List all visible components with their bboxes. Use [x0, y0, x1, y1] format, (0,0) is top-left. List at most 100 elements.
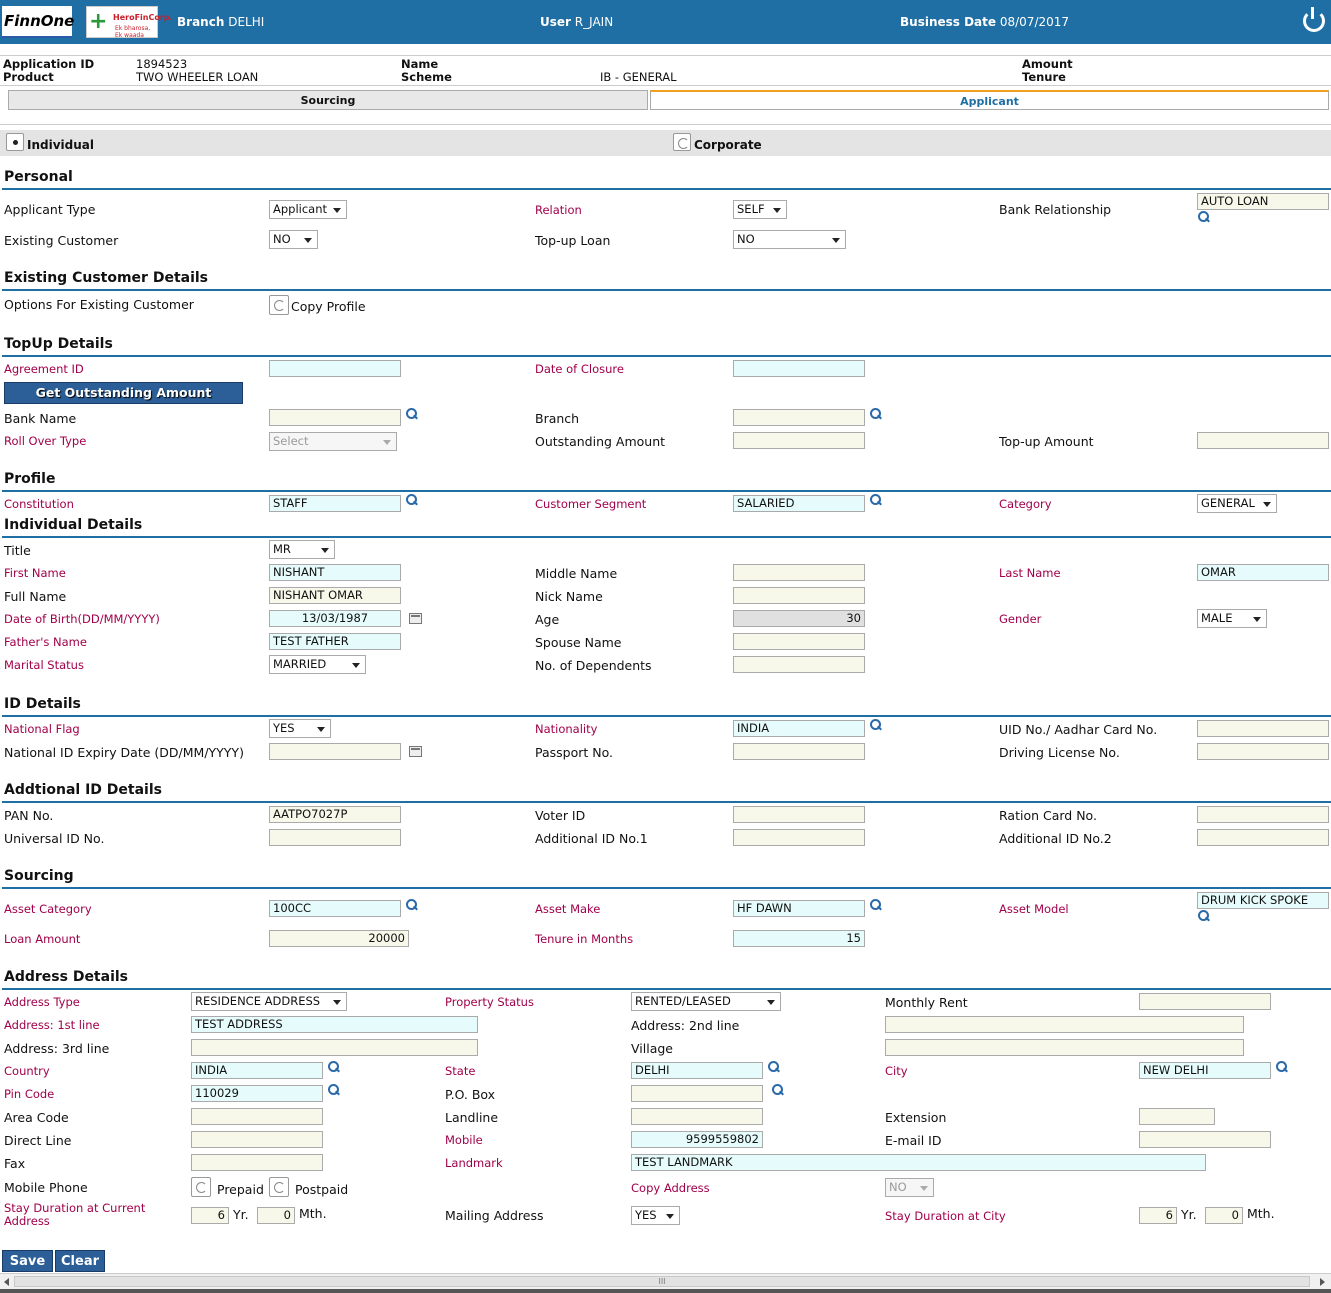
topup-amount-field[interactable]: [1197, 432, 1329, 449]
dependents-field[interactable]: [733, 656, 865, 673]
village-field[interactable]: [885, 1039, 1244, 1056]
extension-field[interactable]: [1139, 1108, 1215, 1125]
mobile-field[interactable]: 9599559802: [631, 1131, 763, 1148]
power-icon[interactable]: [1303, 7, 1325, 32]
email-field[interactable]: [1139, 1131, 1271, 1148]
postpaid-radio[interactable]: [269, 1177, 289, 1197]
constitution-field[interactable]: STAFF: [269, 495, 401, 512]
existing-customer-select[interactable]: NO: [269, 230, 318, 249]
last-name-field[interactable]: OMAR: [1197, 564, 1329, 581]
corporate-radio[interactable]: [673, 133, 691, 151]
ration-card-field[interactable]: [1197, 806, 1329, 823]
date-of-closure-field[interactable]: [733, 360, 865, 377]
monthly-rent-field[interactable]: [1139, 993, 1271, 1010]
customer-segment-field[interactable]: SALARIED: [733, 495, 865, 512]
outstanding-amount-field[interactable]: [733, 432, 865, 449]
loan-amount-field[interactable]: 20000: [269, 930, 409, 947]
address-line3-field[interactable]: [191, 1039, 478, 1056]
universal-id-field[interactable]: [269, 829, 401, 846]
uid-field[interactable]: [1197, 720, 1329, 737]
search-icon[interactable]: [1275, 1061, 1288, 1074]
agreement-id-field[interactable]: [269, 360, 401, 377]
fax-field[interactable]: [191, 1154, 323, 1171]
landline-field[interactable]: [631, 1108, 763, 1125]
search-icon[interactable]: [767, 1061, 780, 1074]
middle-name-field[interactable]: [733, 564, 865, 581]
clear-button[interactable]: Clear: [55, 1250, 105, 1272]
additional-id-2-field[interactable]: [1197, 829, 1329, 846]
nationality-field[interactable]: INDIA: [733, 720, 865, 737]
search-icon[interactable]: [1197, 910, 1210, 923]
search-icon[interactable]: [869, 408, 882, 421]
search-icon[interactable]: [1197, 211, 1210, 224]
search-icon[interactable]: [405, 899, 418, 912]
national-flag-select[interactable]: YES: [269, 719, 331, 738]
city-field[interactable]: NEW DELHI: [1139, 1062, 1271, 1079]
city-years-field[interactable]: 6: [1139, 1207, 1177, 1224]
spouse-name-field[interactable]: [733, 633, 865, 650]
search-icon[interactable]: [869, 719, 882, 732]
full-name-field[interactable]: NISHANT OMAR: [269, 587, 401, 604]
gender-select[interactable]: MALE: [1197, 609, 1267, 628]
asset-category-field[interactable]: 100CC: [269, 900, 401, 917]
search-icon[interactable]: [771, 1084, 784, 1097]
search-icon[interactable]: [869, 899, 882, 912]
asset-model-field[interactable]: DRUM KICK SPOKE: [1197, 892, 1329, 909]
po-box-field[interactable]: [631, 1085, 763, 1102]
fathers-name-field[interactable]: TEST FATHER: [269, 633, 401, 650]
country-field[interactable]: INDIA: [191, 1062, 323, 1079]
title-select[interactable]: MR: [269, 540, 335, 559]
category-select[interactable]: GENERAL: [1197, 494, 1277, 513]
tab-sourcing[interactable]: Sourcing: [8, 90, 648, 110]
mailing-address-select[interactable]: YES: [631, 1206, 680, 1225]
search-icon[interactable]: [869, 494, 882, 507]
nick-name-field[interactable]: [733, 587, 865, 604]
area-code-field[interactable]: [191, 1108, 323, 1125]
address-line2-field[interactable]: [885, 1016, 1244, 1033]
calendar-icon[interactable]: [409, 613, 422, 624]
copy-address-select[interactable]: NO: [885, 1178, 934, 1197]
national-id-expiry-field[interactable]: [269, 743, 401, 760]
search-icon[interactable]: [327, 1061, 340, 1074]
address-type-select[interactable]: RESIDENCE ADDRESS: [191, 992, 347, 1011]
voter-id-field[interactable]: [733, 806, 865, 823]
search-icon[interactable]: [327, 1084, 340, 1097]
topup-loan-select[interactable]: NO: [733, 230, 846, 249]
scrollbar-thumb[interactable]: III: [14, 1276, 1310, 1287]
passport-field[interactable]: [733, 743, 865, 760]
address-line1-field[interactable]: TEST ADDRESS: [191, 1016, 478, 1033]
scroll-left-icon[interactable]: [4, 1278, 9, 1286]
tenure-months-field[interactable]: 15: [733, 930, 865, 947]
property-status-select[interactable]: RENTED/LEASED: [631, 992, 781, 1011]
first-name-field[interactable]: NISHANT: [269, 564, 401, 581]
prepaid-radio[interactable]: [191, 1177, 211, 1197]
stay-years-field[interactable]: 6: [191, 1207, 229, 1224]
marital-status-select[interactable]: MARRIED: [269, 655, 366, 674]
state-field[interactable]: DELHI: [631, 1062, 763, 1079]
stay-months-field[interactable]: 0: [257, 1207, 295, 1224]
get-outstanding-amount-button[interactable]: Get Outstanding Amount: [4, 382, 243, 404]
additional-id-1-field[interactable]: [733, 829, 865, 846]
applicant-type-select[interactable]: Applicant: [269, 200, 347, 219]
calendar-icon[interactable]: [409, 746, 422, 757]
save-button[interactable]: Save: [2, 1250, 53, 1272]
direct-line-field[interactable]: [191, 1131, 323, 1148]
dob-field[interactable]: 13/03/1987: [269, 610, 401, 627]
pan-field[interactable]: AATPO7027P: [269, 806, 401, 823]
landmark-field[interactable]: TEST LANDMARK: [631, 1154, 1206, 1171]
tab-applicant[interactable]: Applicant: [650, 90, 1329, 110]
branch-field[interactable]: [733, 409, 865, 426]
city-months-field[interactable]: 0: [1205, 1207, 1243, 1224]
driving-license-field[interactable]: [1197, 743, 1329, 760]
roll-over-type-select[interactable]: Select: [269, 432, 397, 451]
copy-profile-radio[interactable]: [269, 295, 289, 315]
relation-select[interactable]: SELF: [733, 200, 787, 219]
asset-make-field[interactable]: HF DAWN: [733, 900, 865, 917]
horizontal-scrollbar[interactable]: III: [0, 1273, 1331, 1289]
bank-name-field[interactable]: [269, 409, 401, 426]
search-icon[interactable]: [405, 408, 418, 421]
individual-radio[interactable]: [6, 133, 24, 151]
bank-relationship-field[interactable]: AUTO LOAN: [1197, 193, 1329, 210]
pin-code-field[interactable]: 110029: [191, 1085, 323, 1102]
search-icon[interactable]: [405, 494, 418, 507]
